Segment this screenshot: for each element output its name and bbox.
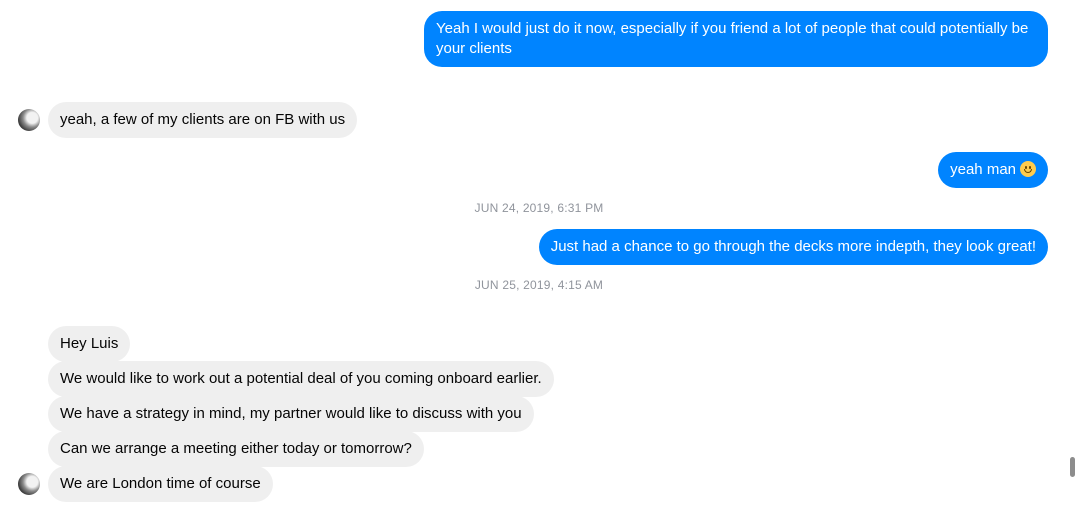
- incoming-message[interactable]: We are London time of course: [48, 466, 273, 502]
- message-text: We have a strategy in mind, my partner w…: [60, 405, 522, 422]
- timestamp: JUN 25, 2019, 4:15 AM: [474, 278, 604, 292]
- message-text: Just had a chance to go through the deck…: [550, 238, 1036, 255]
- incoming-message[interactable]: We have a strategy in mind, my partner w…: [48, 396, 534, 432]
- message-text: yeah, a few of my clients are on FB with…: [60, 111, 346, 128]
- message-text: Hey Luis: [60, 335, 119, 352]
- message-text: We would like to work out a potential de…: [60, 370, 542, 387]
- message-thread: Yeah I would just do it now, especially …: [0, 0, 1078, 514]
- slightly-smiling-face-icon: [1020, 161, 1036, 177]
- incoming-message[interactable]: Can we arrange a meeting either today or…: [48, 431, 424, 467]
- outgoing-message[interactable]: Just had a chance to go through the deck…: [538, 229, 1048, 265]
- incoming-message[interactable]: yeah, a few of my clients are on FB with…: [48, 102, 358, 138]
- message-text: yeah man: [950, 161, 1016, 178]
- incoming-message[interactable]: Hey Luis: [48, 326, 131, 362]
- message-text: We are London time of course: [60, 475, 261, 492]
- message-text: Yeah I would just do it now, especially …: [436, 20, 1029, 57]
- contact-avatar[interactable]: [18, 109, 40, 131]
- outgoing-message[interactable]: Yeah I would just do it now, especially …: [424, 11, 1048, 67]
- timestamp: JUN 24, 2019, 6:31 PM: [474, 201, 604, 215]
- scrollbar-thumb[interactable]: [1070, 457, 1075, 477]
- contact-avatar[interactable]: [18, 473, 40, 495]
- incoming-message[interactable]: We would like to work out a potential de…: [48, 361, 554, 397]
- message-text: Can we arrange a meeting either today or…: [60, 440, 412, 457]
- outgoing-message[interactable]: yeah man: [938, 152, 1048, 188]
